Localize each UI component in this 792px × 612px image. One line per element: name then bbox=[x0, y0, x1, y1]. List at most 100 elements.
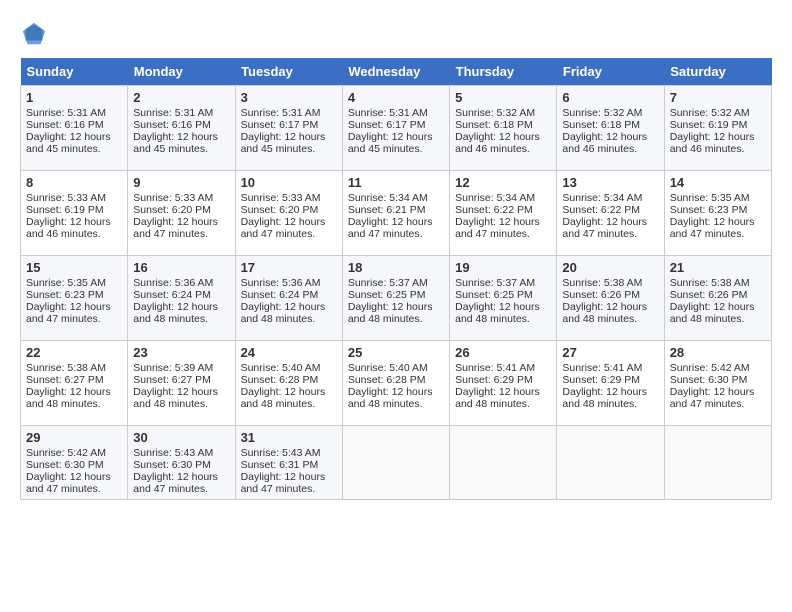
day-info: Daylight: 12 hours bbox=[455, 216, 540, 228]
day-number: 5 bbox=[455, 90, 551, 105]
table-cell: 2Sunrise: 5:31 AMSunset: 6:16 PMDaylight… bbox=[128, 86, 235, 171]
day-info: and 47 minutes. bbox=[562, 228, 637, 240]
day-number: 16 bbox=[133, 260, 229, 275]
table-cell: 27Sunrise: 5:41 AMSunset: 6:29 PMDayligh… bbox=[557, 341, 664, 426]
table-cell: 8Sunrise: 5:33 AMSunset: 6:19 PMDaylight… bbox=[21, 171, 128, 256]
day-info: Sunset: 6:19 PM bbox=[26, 204, 104, 216]
day-info: Daylight: 12 hours bbox=[670, 301, 755, 313]
day-info: Sunrise: 5:42 AM bbox=[670, 362, 750, 374]
col-monday: Monday bbox=[128, 58, 235, 86]
day-info: and 46 minutes. bbox=[26, 228, 101, 240]
day-info: Daylight: 12 hours bbox=[455, 131, 540, 143]
day-info: and 48 minutes. bbox=[455, 398, 530, 410]
day-info: Daylight: 12 hours bbox=[26, 301, 111, 313]
day-info: and 47 minutes. bbox=[133, 228, 208, 240]
day-info: and 47 minutes. bbox=[26, 483, 101, 495]
day-number: 6 bbox=[562, 90, 658, 105]
day-info: Sunrise: 5:31 AM bbox=[26, 107, 106, 119]
day-info: Sunset: 6:24 PM bbox=[241, 289, 319, 301]
day-info: and 47 minutes. bbox=[670, 228, 745, 240]
day-number: 11 bbox=[348, 175, 444, 190]
day-info: Sunset: 6:27 PM bbox=[26, 374, 104, 386]
table-cell: 12Sunrise: 5:34 AMSunset: 6:22 PMDayligh… bbox=[450, 171, 557, 256]
day-info: Daylight: 12 hours bbox=[670, 216, 755, 228]
day-info: Sunset: 6:31 PM bbox=[241, 459, 319, 471]
day-info: Sunrise: 5:34 AM bbox=[348, 192, 428, 204]
day-info: Daylight: 12 hours bbox=[670, 131, 755, 143]
table-cell: 26Sunrise: 5:41 AMSunset: 6:29 PMDayligh… bbox=[450, 341, 557, 426]
day-info: Daylight: 12 hours bbox=[26, 131, 111, 143]
day-info: Daylight: 12 hours bbox=[241, 386, 326, 398]
day-number: 21 bbox=[670, 260, 766, 275]
day-info: Sunset: 6:20 PM bbox=[241, 204, 319, 216]
table-cell: 19Sunrise: 5:37 AMSunset: 6:25 PMDayligh… bbox=[450, 256, 557, 341]
day-info: Sunset: 6:29 PM bbox=[562, 374, 640, 386]
day-number: 29 bbox=[26, 430, 122, 445]
day-info: Sunset: 6:28 PM bbox=[241, 374, 319, 386]
day-info: and 47 minutes. bbox=[455, 228, 530, 240]
table-cell bbox=[450, 426, 557, 500]
day-number: 18 bbox=[348, 260, 444, 275]
table-cell: 10Sunrise: 5:33 AMSunset: 6:20 PMDayligh… bbox=[235, 171, 342, 256]
day-info: Daylight: 12 hours bbox=[562, 386, 647, 398]
col-sunday: Sunday bbox=[21, 58, 128, 86]
table-cell: 17 Sunrise: 5:36 AMSunset: 6:24 PMDayligh… bbox=[235, 256, 342, 341]
col-friday: Friday bbox=[557, 58, 664, 86]
day-info: Sunset: 6:25 PM bbox=[348, 289, 426, 301]
day-number: 7 bbox=[670, 90, 766, 105]
day-info: Sunset: 6:30 PM bbox=[133, 459, 211, 471]
day-info: Sunset: 6:26 PM bbox=[562, 289, 640, 301]
day-info: Sunrise: 5:35 AM bbox=[670, 192, 750, 204]
day-info: Sunset: 6:16 PM bbox=[133, 119, 211, 131]
day-info: Sunset: 6:18 PM bbox=[455, 119, 533, 131]
day-info: and 47 minutes. bbox=[26, 313, 101, 325]
day-info: Sunrise: 5:33 AM bbox=[26, 192, 106, 204]
day-number: 22 bbox=[26, 345, 122, 360]
table-cell: 1Sunrise: 5:31 AMSunset: 6:16 PMDaylight… bbox=[21, 86, 128, 171]
table-cell bbox=[342, 426, 449, 500]
day-number: 31 bbox=[241, 430, 337, 445]
day-info: Sunrise: 5:39 AM bbox=[133, 362, 213, 374]
day-info: and 47 minutes. bbox=[133, 483, 208, 495]
day-info: Daylight: 12 hours bbox=[562, 131, 647, 143]
day-number: 20 bbox=[562, 260, 658, 275]
day-info: Daylight: 12 hours bbox=[241, 471, 326, 483]
day-info: Daylight: 12 hours bbox=[348, 216, 433, 228]
day-info: Sunset: 6:20 PM bbox=[133, 204, 211, 216]
col-saturday: Saturday bbox=[664, 58, 771, 86]
day-info: Daylight: 12 hours bbox=[455, 386, 540, 398]
day-info: and 48 minutes. bbox=[26, 398, 101, 410]
day-info: Sunset: 6:26 PM bbox=[670, 289, 748, 301]
day-number: 17 bbox=[241, 260, 337, 275]
table-cell: 7Sunrise: 5:32 AMSunset: 6:19 PMDaylight… bbox=[664, 86, 771, 171]
day-number: 15 bbox=[26, 260, 122, 275]
day-number: 8 bbox=[26, 175, 122, 190]
day-info: Daylight: 12 hours bbox=[133, 131, 218, 143]
day-number: 25 bbox=[348, 345, 444, 360]
day-info: Sunrise: 5:37 AM bbox=[348, 277, 428, 289]
day-info: Sunrise: 5:40 AM bbox=[241, 362, 321, 374]
day-info: Sunrise: 5:38 AM bbox=[562, 277, 642, 289]
day-number: 3 bbox=[241, 90, 337, 105]
table-cell: 15Sunrise: 5:35 AMSunset: 6:23 PMDayligh… bbox=[21, 256, 128, 341]
table-cell bbox=[664, 426, 771, 500]
day-number: 23 bbox=[133, 345, 229, 360]
table-cell: 5 Sunrise: 5:32 AMSunset: 6:18 PMDaylight… bbox=[450, 86, 557, 171]
day-info: and 48 minutes. bbox=[241, 398, 316, 410]
day-info: Sunset: 6:19 PM bbox=[670, 119, 748, 131]
day-info: Sunrise: 5:41 AM bbox=[562, 362, 642, 374]
table-cell: 11Sunrise: 5:34 AMSunset: 6:21 PMDayligh… bbox=[342, 171, 449, 256]
day-info: Sunset: 6:17 PM bbox=[241, 119, 319, 131]
table-cell: 29Sunrise: 5:42 AMSunset: 6:30 PMDayligh… bbox=[21, 426, 128, 500]
day-info: Daylight: 12 hours bbox=[133, 386, 218, 398]
day-info: Sunset: 6:30 PM bbox=[670, 374, 748, 386]
table-cell bbox=[557, 426, 664, 500]
day-info: Sunrise: 5:31 AM bbox=[241, 107, 321, 119]
day-number: 24 bbox=[241, 345, 337, 360]
table-cell: 14Sunrise: 5:35 AMSunset: 6:23 PMDayligh… bbox=[664, 171, 771, 256]
day-info: Sunrise: 5:36 AM bbox=[241, 277, 321, 289]
day-info: Sunrise: 5:43 AM bbox=[133, 447, 213, 459]
day-info: Sunrise: 5:32 AM bbox=[455, 107, 535, 119]
day-info: Daylight: 12 hours bbox=[26, 386, 111, 398]
day-info: Daylight: 12 hours bbox=[241, 301, 326, 313]
